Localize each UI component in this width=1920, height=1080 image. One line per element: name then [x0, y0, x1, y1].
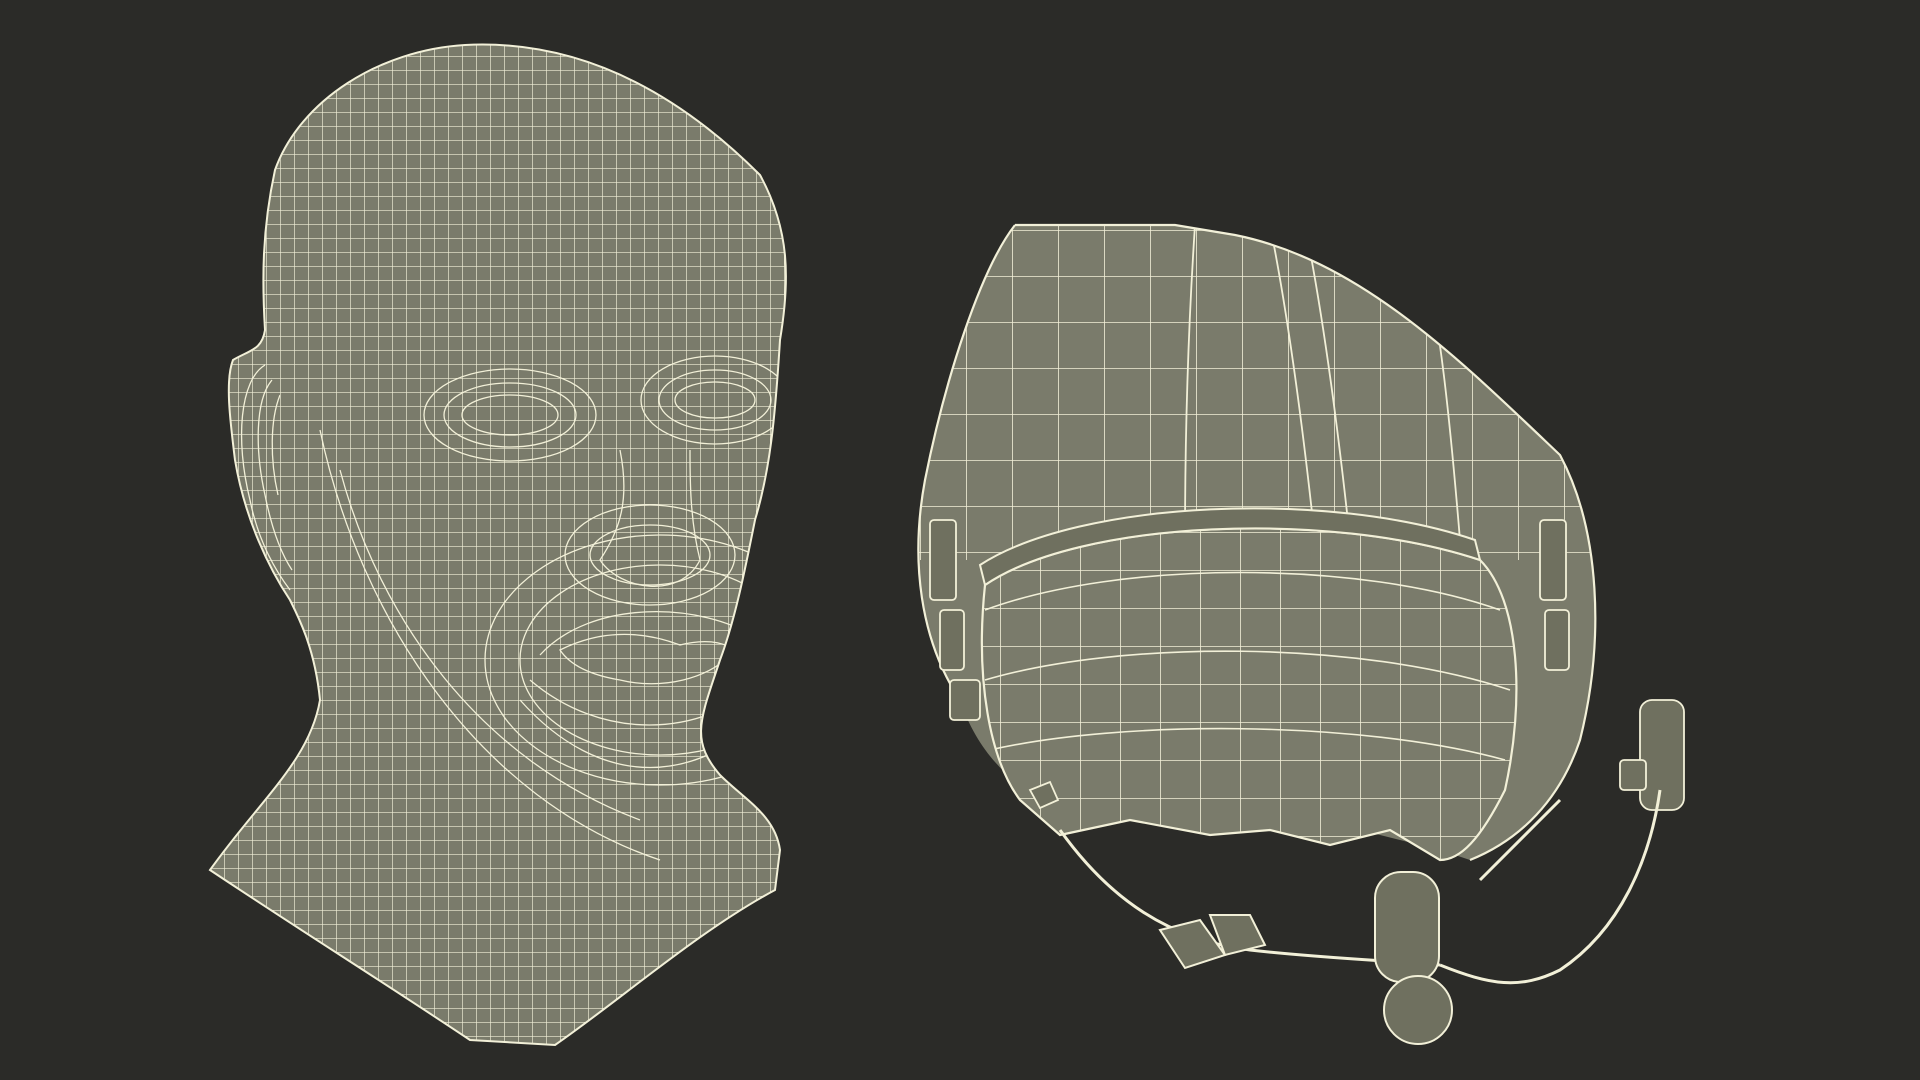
human-head-mesh	[208, 43, 787, 1047]
render-viewport	[0, 0, 1920, 1080]
microphone-end-cap	[1383, 975, 1453, 1045]
wireframe-scene	[208, 43, 1685, 1047]
microphone-capsule	[1374, 871, 1440, 983]
pilot-helmet-mesh	[917, 223, 1685, 1045]
